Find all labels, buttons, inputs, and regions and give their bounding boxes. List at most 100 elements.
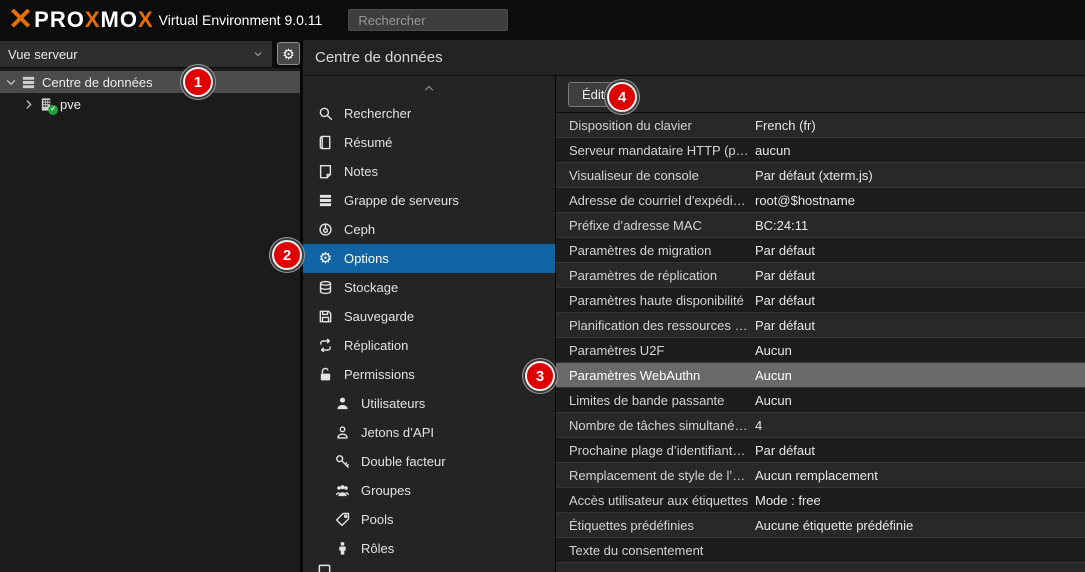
config-menu-item-label: Notes	[344, 164, 378, 179]
option-row[interactable]: Texte du consentement	[556, 538, 1085, 563]
config-menu-item-label: Réplication	[344, 338, 408, 353]
option-value: Aucune étiquette prédéfinie	[755, 518, 913, 533]
top-bar: ✕ PROXMOX Virtual Environment 9.0.11	[0, 0, 1085, 40]
proxmox-wordmark: PROXMOX	[34, 7, 154, 33]
option-value: 4	[755, 418, 762, 433]
option-label: Prochaine plage d’identifiant…	[556, 443, 755, 458]
key-icon	[334, 454, 351, 470]
product-version: Virtual Environment 9.0.11	[159, 12, 323, 28]
option-row[interactable]: Paramètres U2F Aucun	[556, 338, 1085, 363]
users-icon	[334, 483, 351, 499]
option-label: Limites de bande passante	[556, 393, 755, 408]
option-row[interactable]: Limites de bande passante Aucun	[556, 388, 1085, 413]
config-menu-item-label: Double facteur	[361, 454, 446, 469]
config-menu-item-label: Rôles	[361, 541, 394, 556]
option-value: Aucun remplacement	[755, 468, 878, 483]
option-label: Paramètres haute disponibilité	[556, 293, 755, 308]
expander-icon[interactable]	[4, 75, 18, 90]
option-label: Accès utilisateur aux étiquettes	[556, 493, 755, 508]
option-label: Étiquettes prédéfinies	[556, 518, 755, 533]
config-menu-item-label: Rechercher	[344, 106, 411, 121]
database-icon	[317, 280, 334, 296]
config-menu-item[interactable]: Double facteur	[303, 447, 555, 476]
config-menu-item[interactable]: Réplication	[303, 331, 555, 360]
sync-icon	[317, 338, 334, 354]
config-menu-item[interactable]: Groupes	[303, 476, 555, 505]
option-row[interactable]: Disposition du clavier French (fr)	[556, 113, 1085, 138]
option-label: Planification des ressources …	[556, 318, 755, 333]
floppy-icon	[317, 309, 334, 325]
option-value: BC:24:11	[755, 218, 808, 233]
option-row[interactable]: Remplacement de style de l’… Aucun rempl…	[556, 463, 1085, 488]
config-menu-item[interactable]: Ceph	[303, 215, 555, 244]
config-menu-item-label: Pools	[361, 512, 394, 527]
config-menu-item[interactable]: Stockage	[303, 273, 555, 302]
option-row[interactable]: Planification des ressources … Par défau…	[556, 313, 1085, 338]
option-value: aucun	[755, 143, 790, 158]
option-value: Par défaut	[755, 318, 815, 333]
resource-tree: Centre de données ✓ pve	[0, 68, 300, 572]
option-label: Adresse de courriel d'expédi…	[556, 193, 755, 208]
config-menu-item[interactable]: ⚙ Options	[303, 244, 555, 273]
option-value: Par défaut	[755, 243, 815, 258]
config-menu-item-label: Résumé	[344, 135, 392, 150]
option-value: root@$hostname	[755, 193, 855, 208]
config-menu-item[interactable]: Utilisateurs	[303, 389, 555, 418]
config-menu-item-label: Permissions	[344, 367, 415, 382]
option-row[interactable]: Serveur mandataire HTTP (p… aucun	[556, 138, 1085, 163]
chevron-down-icon	[252, 48, 264, 60]
option-row[interactable]: Paramètres WebAuthn Aucun	[556, 363, 1085, 388]
option-row[interactable]: Paramètres de migration Par défaut	[556, 238, 1085, 263]
option-label: Disposition du clavier	[556, 118, 755, 133]
ceph-icon	[317, 222, 334, 238]
option-label: Paramètres WebAuthn	[556, 368, 755, 383]
option-row[interactable]: Accès utilisateur aux étiquettes Mode : …	[556, 488, 1085, 513]
config-menu-item[interactable]: Résumé	[303, 128, 555, 157]
option-value: Par défaut (xterm.js)	[755, 168, 873, 183]
option-row[interactable]: Paramètres haute disponibilité Par défau…	[556, 288, 1085, 313]
config-menu-item[interactable]: Sauvegarde	[303, 302, 555, 331]
search-icon	[317, 106, 334, 122]
annotation-badge-4: 4	[607, 82, 637, 112]
config-menu-item-label: Stockage	[344, 280, 398, 295]
config-menu-item-label: Sauvegarde	[344, 309, 414, 324]
global-search-input[interactable]	[348, 9, 508, 31]
tree-item[interactable]: ✓ pve	[0, 93, 300, 115]
option-label: Paramètres U2F	[556, 343, 755, 358]
options-panel: Éditer Disposition du clavier French (fr…	[555, 76, 1085, 572]
config-menu-item[interactable]: Pools	[303, 505, 555, 534]
option-row[interactable]: Visualiseur de console Par défaut (xterm…	[556, 163, 1085, 188]
config-menu-item[interactable]: Jetons d’API	[303, 418, 555, 447]
expander-icon[interactable]	[22, 97, 36, 112]
config-menu-item[interactable]: Rôles	[303, 534, 555, 563]
option-row[interactable]: Paramètres de réplication Par défaut	[556, 263, 1085, 288]
wordmark-x1: X	[85, 7, 101, 32]
option-label: Serveur mandataire HTTP (p…	[556, 143, 755, 158]
annotation-badge-3: 3	[525, 361, 555, 391]
config-menu: Rechercher Résumé Notes Grappe de serveu…	[303, 76, 555, 572]
option-value: Par défaut	[755, 443, 815, 458]
option-label: Nombre de tâches simultané…	[556, 418, 755, 433]
option-row[interactable]: Adresse de courriel d'expédi… root@$host…	[556, 188, 1085, 213]
config-menu-item[interactable]: Notes	[303, 157, 555, 186]
option-row[interactable]: Préfixe d’adresse MAC BC:24:11	[556, 213, 1085, 238]
view-mode-select[interactable]: Vue serveur	[0, 41, 272, 67]
wordmark-x2: X	[138, 7, 154, 32]
tree-item[interactable]: Centre de données	[0, 71, 300, 93]
wordmark-pro: PRO	[34, 7, 85, 32]
config-menu-item[interactable]: Permissions	[303, 360, 555, 389]
config-menu-items: Rechercher Résumé Notes Grappe de serveu…	[303, 99, 555, 563]
scroll-up-icon[interactable]	[303, 76, 555, 99]
config-menu-item[interactable]: Rechercher	[303, 99, 555, 128]
option-label: Préfixe d’adresse MAC	[556, 218, 755, 233]
view-selector-bar: Vue serveur ⚙	[0, 40, 300, 68]
config-menu-item[interactable]: Grappe de serveurs	[303, 186, 555, 215]
book-icon	[317, 135, 334, 151]
view-settings-button[interactable]: ⚙	[277, 42, 300, 65]
option-row[interactable]: Nombre de tâches simultané… 4	[556, 413, 1085, 438]
option-row[interactable]: Étiquettes prédéfinies Aucune étiquette …	[556, 513, 1085, 538]
user-outline-icon	[334, 425, 351, 441]
person-icon	[334, 541, 351, 557]
annotation-badge-2: 2	[272, 240, 302, 270]
option-row[interactable]: Prochaine plage d’identifiant… Par défau…	[556, 438, 1085, 463]
